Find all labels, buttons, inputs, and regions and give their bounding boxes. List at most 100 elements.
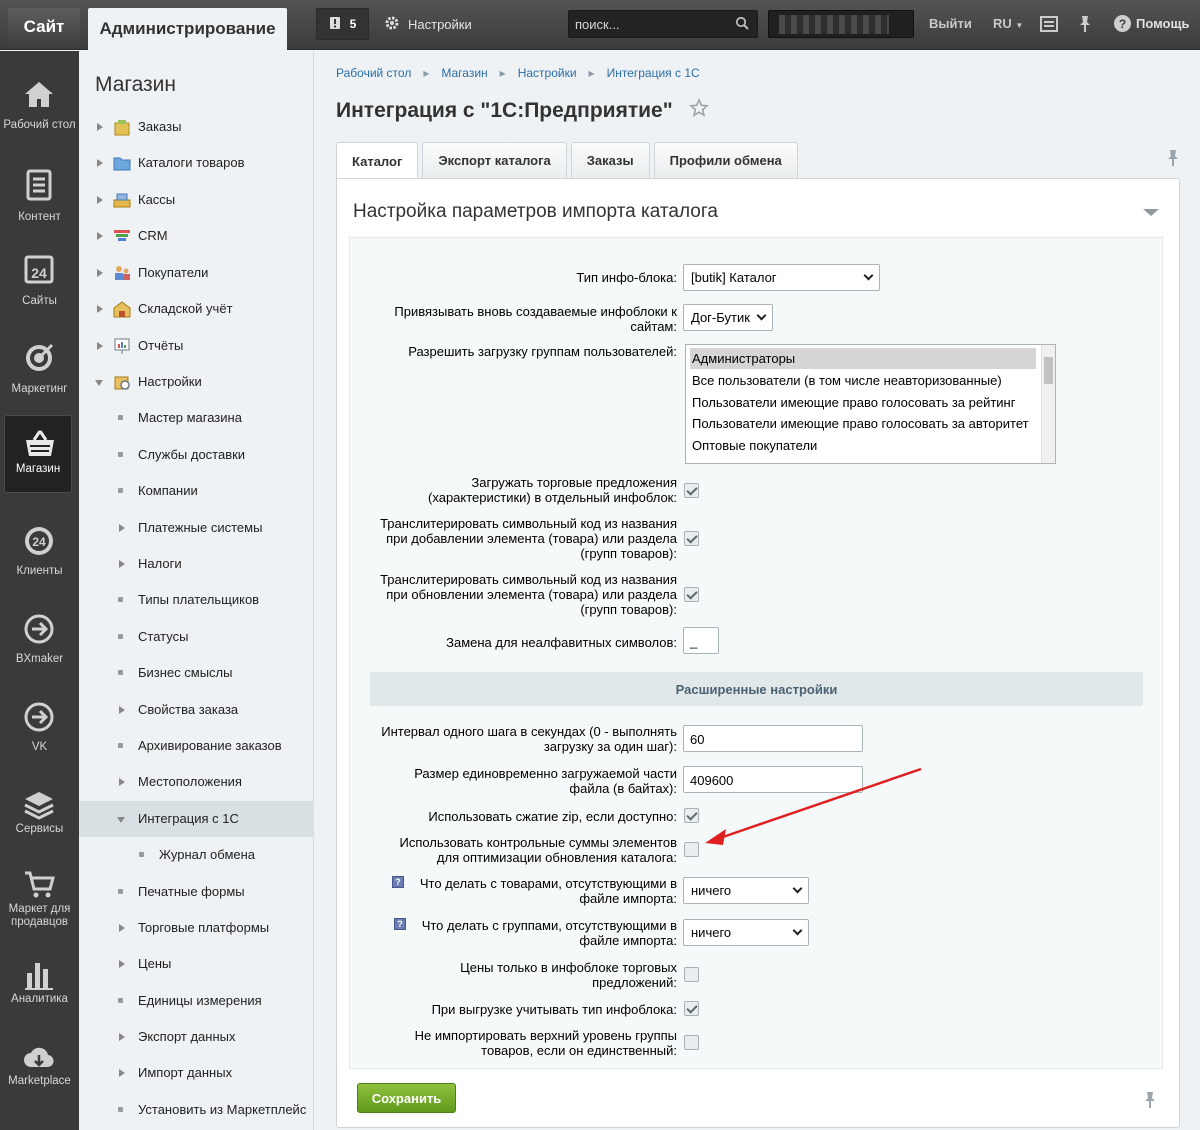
menu-item-companies[interactable]: Компании <box>79 473 314 509</box>
menu-item-payment-systems[interactable]: Платежные системы <box>79 510 314 546</box>
rail-item-desktop[interactable]: Рабочий стол <box>0 67 79 145</box>
user-groups-listbox[interactable]: Администраторы Все пользователи (в том ч… <box>685 344 1056 464</box>
rail-item-sites[interactable]: 24 Сайты <box>0 241 79 319</box>
menu-item-import-data[interactable]: Импорт данных <box>79 1055 314 1091</box>
rail-item-market-sellers[interactable]: Маркет для продавцов <box>0 857 79 935</box>
menu-item-cashboxes[interactable]: Кассы <box>79 182 314 218</box>
missing-groups-select[interactable]: ничего <box>683 919 809 946</box>
rail-item-services[interactable]: Сервисы <box>0 777 79 855</box>
breadcrumb-link[interactable]: Рабочий стол <box>336 66 411 80</box>
menu-item-locations[interactable]: Местоположения <box>79 764 314 800</box>
menu-item-customers[interactable]: Покупатели <box>79 255 314 291</box>
site-tab[interactable]: Сайт <box>8 8 80 46</box>
menu-item-install-marketplace[interactable]: Установить из Маркетплейс <box>79 1092 314 1128</box>
rail-item-content[interactable]: Контент <box>0 157 79 235</box>
listbox-scrollbar[interactable] <box>1041 345 1055 463</box>
rail-item-bxmaker[interactable]: BXmaker <box>0 601 79 679</box>
chevron-down-icon[interactable] <box>117 817 125 823</box>
rail-item-clients[interactable]: 24 Клиенты <box>0 513 79 591</box>
menu-item-prices[interactable]: Цены <box>79 946 314 982</box>
collapse-toggle-icon[interactable] <box>1143 209 1159 216</box>
chevron-right-icon[interactable] <box>119 778 125 786</box>
menu-item-catalogs[interactable]: Каталоги товаров <box>79 145 314 181</box>
chevron-right-icon[interactable] <box>119 960 125 968</box>
listbox-option[interactable]: Пользователи имеющие право голосовать за… <box>690 413 1036 434</box>
missing-goods-select[interactable]: ничего <box>683 877 809 904</box>
prices-only-checkbox[interactable] <box>684 967 699 982</box>
menu-item-shop-wizard[interactable]: Мастер магазина <box>79 400 314 436</box>
menu-item-taxes[interactable]: Налоги <box>79 546 314 582</box>
exit-link[interactable]: Выйти <box>929 16 972 31</box>
iblock-type-export-checkbox[interactable] <box>684 1001 699 1016</box>
breadcrumb-link[interactable]: Магазин <box>441 66 487 80</box>
listbox-option[interactable]: Оптовые покупатели <box>690 435 1036 456</box>
listbox-option[interactable]: Пользователи имеющие право голосовать за… <box>690 392 1036 413</box>
menu-item-crm[interactable]: CRM <box>79 218 314 254</box>
interval-input[interactable]: 60 <box>683 725 863 752</box>
menu-item-statuses[interactable]: Статусы <box>79 619 314 655</box>
skip-top-level-checkbox[interactable] <box>684 1035 699 1050</box>
chevron-right-icon[interactable] <box>97 342 103 350</box>
chevron-right-icon[interactable] <box>97 159 103 167</box>
replace-char-input[interactable]: _ <box>683 627 719 654</box>
chevron-down-icon[interactable] <box>95 380 103 386</box>
help-hint-icon[interactable]: ? <box>394 918 406 930</box>
chevron-right-icon[interactable] <box>119 524 125 532</box>
chevron-right-icon[interactable] <box>97 269 103 277</box>
chevron-right-icon[interactable] <box>119 924 125 932</box>
menu-item-1c-integration[interactable]: Интеграция с 1С <box>79 801 314 837</box>
listbox-option[interactable]: Все пользователи (в том числе неавторизо… <box>690 370 1036 391</box>
language-select[interactable]: RU ▼ <box>993 16 1023 31</box>
tab-orders[interactable]: Заказы <box>570 142 650 178</box>
menu-item-payer-types[interactable]: Типы плательщиков <box>79 582 314 618</box>
chevron-right-icon[interactable] <box>97 305 103 313</box>
search-icon[interactable] <box>735 16 749 33</box>
menu-item-reports[interactable]: Отчёты <box>79 328 314 364</box>
pin-icon[interactable] <box>1143 1091 1157 1112</box>
translit-add-checkbox[interactable] <box>684 531 699 546</box>
menu-item-units[interactable]: Единицы измерения <box>79 983 314 1019</box>
menu-item-business-meanings[interactable]: Бизнес смыслы <box>79 655 314 691</box>
offers-checkbox[interactable] <box>684 483 699 498</box>
menu-item-order-props[interactable]: Свойства заказа <box>79 692 314 728</box>
checksum-checkbox[interactable] <box>684 842 699 857</box>
listbox-option[interactable]: Администраторы <box>690 348 1036 369</box>
admin-tab[interactable]: Администрирование <box>88 8 287 50</box>
chevron-right-icon[interactable] <box>119 1069 125 1077</box>
save-button[interactable]: Сохранить <box>357 1083 456 1113</box>
zip-checkbox[interactable] <box>684 808 699 823</box>
breadcrumb-link[interactable]: Интеграция с 1С <box>607 66 700 80</box>
scrollbar-thumb[interactable] <box>1044 357 1053 384</box>
rail-item-marketplace[interactable]: Marketplace <box>0 1031 79 1109</box>
rail-item-vk[interactable]: VK <box>0 689 79 767</box>
user-menu[interactable] <box>768 10 914 38</box>
bind-sites-select[interactable]: Дог-Бутик <box>683 304 773 331</box>
tab-exchange-profiles[interactable]: Профили обмена <box>653 142 798 178</box>
chevron-right-icon[interactable] <box>119 560 125 568</box>
notifications-button[interactable]: 5 <box>316 8 369 40</box>
menu-item-export-data[interactable]: Экспорт данных <box>79 1019 314 1055</box>
chevron-right-icon[interactable] <box>97 123 103 131</box>
menu-item-trade-platforms[interactable]: Торговые платформы <box>79 910 314 946</box>
menu-item-exchange-log[interactable]: Журнал обмена <box>79 837 314 873</box>
tab-export-catalog[interactable]: Экспорт каталога <box>422 142 567 178</box>
translit-update-checkbox[interactable] <box>684 587 699 602</box>
search-input[interactable]: поиск... <box>568 10 758 38</box>
help-hint-icon[interactable]: ? <box>392 876 404 888</box>
star-icon[interactable] <box>688 98 709 124</box>
chunk-size-input[interactable]: 409600 <box>683 766 863 793</box>
settings-button[interactable]: Настройки <box>384 8 472 40</box>
tab-catalog[interactable]: Каталог <box>336 142 419 179</box>
pin-icon[interactable] <box>1166 149 1180 170</box>
chevron-right-icon[interactable] <box>119 1033 125 1041</box>
menu-item-archive[interactable]: Архивирование заказов <box>79 728 314 764</box>
menu-item-settings[interactable]: Настройки <box>79 364 314 400</box>
chevron-right-icon[interactable] <box>119 706 125 714</box>
rail-item-marketing[interactable]: Маркетинг <box>0 329 79 407</box>
menu-item-warehouse[interactable]: Складской учёт <box>79 291 314 327</box>
rail-item-shop[interactable]: Магазин <box>4 415 72 493</box>
menu-item-print-forms[interactable]: Печатные формы <box>79 874 314 910</box>
rail-item-analytics[interactable]: Аналитика <box>0 947 79 1025</box>
menu-item-orders[interactable]: Заказы <box>79 109 314 145</box>
iblock-type-select[interactable]: [butik] Каталог <box>683 264 880 291</box>
